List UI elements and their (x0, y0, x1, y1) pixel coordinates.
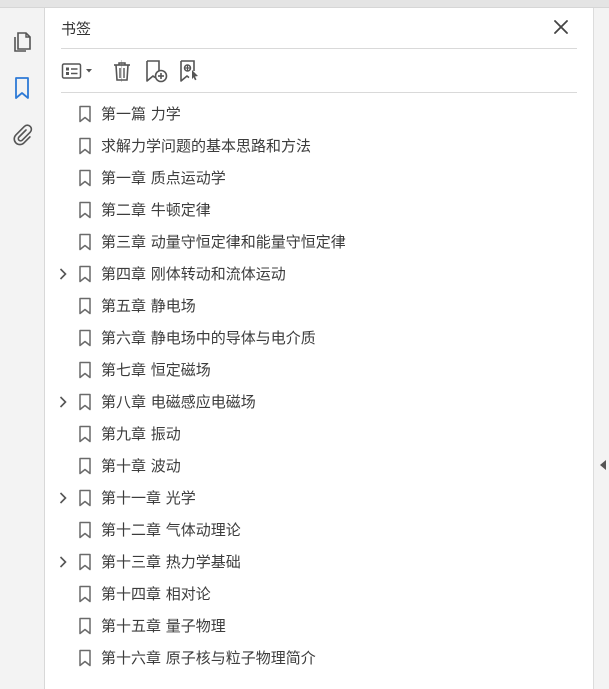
bookmark-label: 第五章 静电场 (101, 297, 196, 315)
bookmark-icon (78, 617, 92, 635)
bookmark-label: 第十二章 气体动理论 (101, 521, 241, 539)
bookmark-icon (78, 137, 92, 155)
navigation-icon-bar (0, 8, 45, 689)
bookmark-label: 第十四章 相对论 (101, 585, 211, 603)
bookmark-item[interactable]: 第十三章 热力学基础 (45, 548, 585, 576)
bookmark-label: 第十章 波动 (101, 457, 181, 475)
bookmark-item[interactable]: 第二章 牛顿定律 (45, 196, 585, 224)
bookmark-icon (78, 457, 92, 475)
new-bookmark-button[interactable] (143, 58, 169, 84)
bookmark-item[interactable]: 第十章 波动 (45, 452, 585, 480)
bookmark-label: 第七章 恒定磁场 (101, 361, 211, 379)
panel-splitter[interactable] (593, 8, 609, 689)
bookmark-item[interactable]: 第十五章 量子物理 (45, 612, 585, 640)
expand-chevron-icon[interactable] (57, 267, 69, 281)
bookmark-item[interactable]: 第七章 恒定磁场 (45, 356, 585, 384)
divider (61, 48, 577, 49)
bookmark-item[interactable]: 第三章 动量守恒定律和能量守恒定律 (45, 228, 585, 256)
bookmark-label: 第十六章 原子核与粒子物理简介 (101, 649, 316, 667)
expand-chevron-icon[interactable] (57, 555, 69, 569)
bookmark-label: 第六章 静电场中的导体与电介质 (101, 329, 316, 347)
bookmark-icon (78, 297, 92, 315)
bookmark-label: 求解力学问题的基本思路和方法 (101, 137, 312, 155)
bookmark-icon (78, 553, 92, 571)
panel-title: 书签 (61, 20, 92, 38)
bookmark-label: 第十三章 热力学基础 (101, 553, 241, 571)
bookmark-icon (78, 169, 92, 187)
bookmark-label: 第二章 牛顿定律 (101, 201, 211, 219)
bookmark-icon (78, 393, 92, 411)
collapse-arrow-icon[interactable] (598, 458, 608, 472)
attachment-icon[interactable] (8, 120, 36, 148)
bookmark-icon (78, 233, 92, 251)
window-top-edge (0, 0, 609, 8)
bookmark-label: 第九章 振动 (101, 425, 181, 443)
options-menu-button[interactable] (61, 58, 97, 84)
bookmark-icon (78, 649, 92, 667)
bookmark-item[interactable]: 第十四章 相对论 (45, 580, 585, 608)
bookmark-item[interactable]: 第十六章 原子核与粒子物理简介 (45, 644, 585, 672)
bookmark-label: 第八章 电磁感应电磁场 (101, 393, 256, 411)
expand-chevron-icon[interactable] (57, 395, 69, 409)
bookmark-search-icon (180, 60, 198, 82)
bookmark-icon (78, 329, 92, 347)
delete-bookmark-button[interactable] (109, 58, 135, 84)
bookmark-item[interactable]: 第四章 刚体转动和流体运动 (45, 260, 585, 288)
bookmark-icon (78, 521, 92, 539)
add-bookmark-icon (146, 60, 168, 83)
bookmark-icon (78, 105, 92, 123)
bookmark-item[interactable]: 求解力学问题的基本思路和方法 (45, 132, 585, 160)
bookmark-icon (78, 201, 92, 219)
close-icon[interactable] (551, 17, 571, 37)
bookmark-label: 第十五章 量子物理 (101, 617, 226, 635)
bookmark-item[interactable]: 第六章 静电场中的导体与电介质 (45, 324, 585, 352)
bookmark-label: 第一篇 力学 (101, 105, 181, 123)
expand-chevron-icon[interactable] (57, 491, 69, 505)
bookmark-icon (78, 361, 92, 379)
bookmark-item[interactable]: 第一篇 力学 (45, 100, 585, 128)
bookmark-item[interactable]: 第八章 电磁感应电磁场 (45, 388, 585, 416)
bookmark-label: 第三章 动量守恒定律和能量守恒定律 (101, 233, 346, 251)
bookmark-item[interactable]: 第一章 质点运动学 (45, 164, 585, 192)
bookmark-icon (78, 265, 92, 283)
find-current-bookmark-button[interactable] (177, 58, 203, 84)
bookmark-item[interactable]: 第十一章 光学 (45, 484, 585, 512)
divider (61, 92, 577, 93)
bookmarks-toolbar (61, 56, 577, 86)
bookmark-item[interactable]: 第十二章 气体动理论 (45, 516, 585, 544)
pages-icon[interactable] (8, 28, 36, 56)
bookmark-item[interactable]: 第九章 振动 (45, 420, 585, 448)
trash-icon (114, 62, 130, 81)
bookmark-label: 第十一章 光学 (101, 489, 196, 507)
bookmark-icon (78, 489, 92, 507)
bookmark-label: 第一章 质点运动学 (101, 169, 226, 187)
bookmark-icon (78, 425, 92, 443)
bookmark-icon (78, 585, 92, 603)
bookmark-item[interactable]: 第五章 静电场 (45, 292, 585, 320)
bookmarks-panel: 书签 第一篇 力学 求解力学问题的基本思路和方法 第一章 质点运动学 第二章 牛… (45, 8, 593, 689)
bookmark-label: 第四章 刚体转动和流体运动 (101, 265, 286, 283)
bookmark-icon[interactable] (8, 74, 36, 102)
